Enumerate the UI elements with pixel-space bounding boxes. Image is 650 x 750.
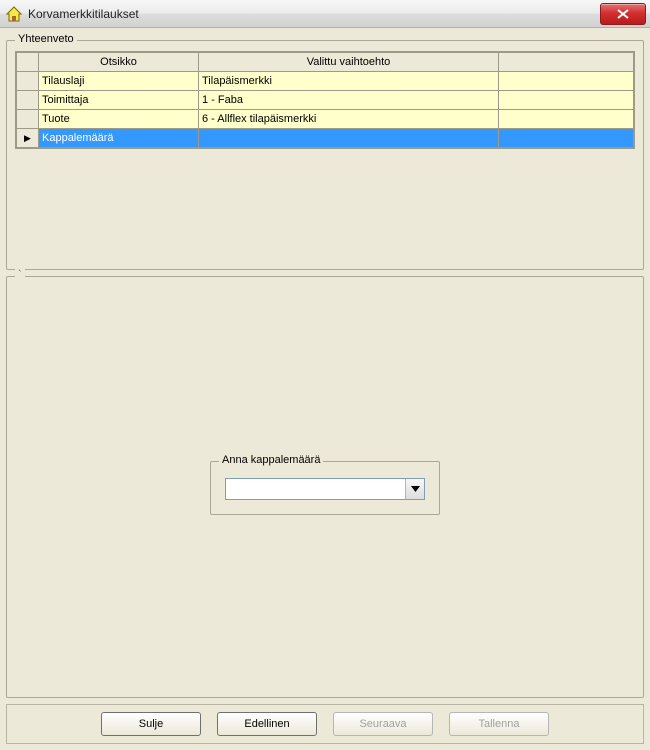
header-extra[interactable] (499, 53, 634, 72)
cell-value: 6 - Allflex tilapäismerkki (199, 110, 499, 129)
cell-extra (499, 129, 634, 148)
chevron-down-icon (411, 486, 420, 492)
cell-value (199, 129, 499, 148)
client-area: Yhteenveto Otsikko Valittu vaihtoehto (0, 28, 650, 750)
table-row[interactable]: Tuote 6 - Allflex tilapäismerkki (17, 110, 634, 129)
detail-inner: Anna kappalemäärä (15, 287, 635, 689)
quantity-input[interactable] (226, 479, 405, 499)
cell-label: Kappalemäärä (39, 129, 199, 148)
cell-extra (499, 91, 634, 110)
quantity-combobox[interactable] (225, 478, 425, 500)
summary-groupbox: Yhteenveto Otsikko Valittu vaihtoehto (6, 40, 644, 270)
cell-label: Tuote (39, 110, 199, 129)
cell-extra (499, 110, 634, 129)
header-otsikko[interactable]: Otsikko (39, 53, 199, 72)
app-icon (6, 6, 22, 22)
summary-legend: Yhteenveto (15, 33, 77, 45)
row-selector[interactable] (17, 91, 39, 110)
table-row[interactable]: Tilauslaji Tilapäismerkki (17, 72, 634, 91)
window-title: Korvamerkkitilaukset (28, 7, 594, 21)
row-selector[interactable] (17, 110, 39, 129)
table-row[interactable]: Kappalemäärä (17, 129, 634, 148)
cell-value: Tilapäismerkki (199, 72, 499, 91)
close-button[interactable]: Sulje (101, 712, 201, 736)
cell-label: Toimittaja (39, 91, 199, 110)
summary-grid[interactable]: Otsikko Valittu vaihtoehto Tilauslaji Ti… (15, 51, 635, 149)
detail-tick: ` (15, 269, 25, 281)
row-header-blank (17, 53, 39, 72)
close-window-button[interactable] (600, 3, 646, 25)
table-row[interactable]: Toimittaja 1 - Faba (17, 91, 634, 110)
dropdown-button[interactable] (405, 479, 424, 499)
save-button[interactable]: Tallenna (449, 712, 549, 736)
button-bar: Sulje Edellinen Seuraava Tallenna (6, 704, 644, 744)
detail-groupbox: ` Anna kappalemäärä (6, 276, 644, 698)
quantity-legend: Anna kappalemäärä (219, 454, 323, 466)
next-button[interactable]: Seuraava (333, 712, 433, 736)
row-selector[interactable] (17, 72, 39, 91)
cell-label: Tilauslaji (39, 72, 199, 91)
cell-extra (499, 72, 634, 91)
previous-button[interactable]: Edellinen (217, 712, 317, 736)
cell-value: 1 - Faba (199, 91, 499, 110)
header-valittu[interactable]: Valittu vaihtoehto (199, 53, 499, 72)
row-selector[interactable] (17, 129, 39, 148)
summary-header-row: Otsikko Valittu vaihtoehto (17, 53, 634, 72)
title-bar: Korvamerkkitilaukset (0, 0, 650, 28)
quantity-groupbox: Anna kappalemäärä (210, 461, 440, 515)
